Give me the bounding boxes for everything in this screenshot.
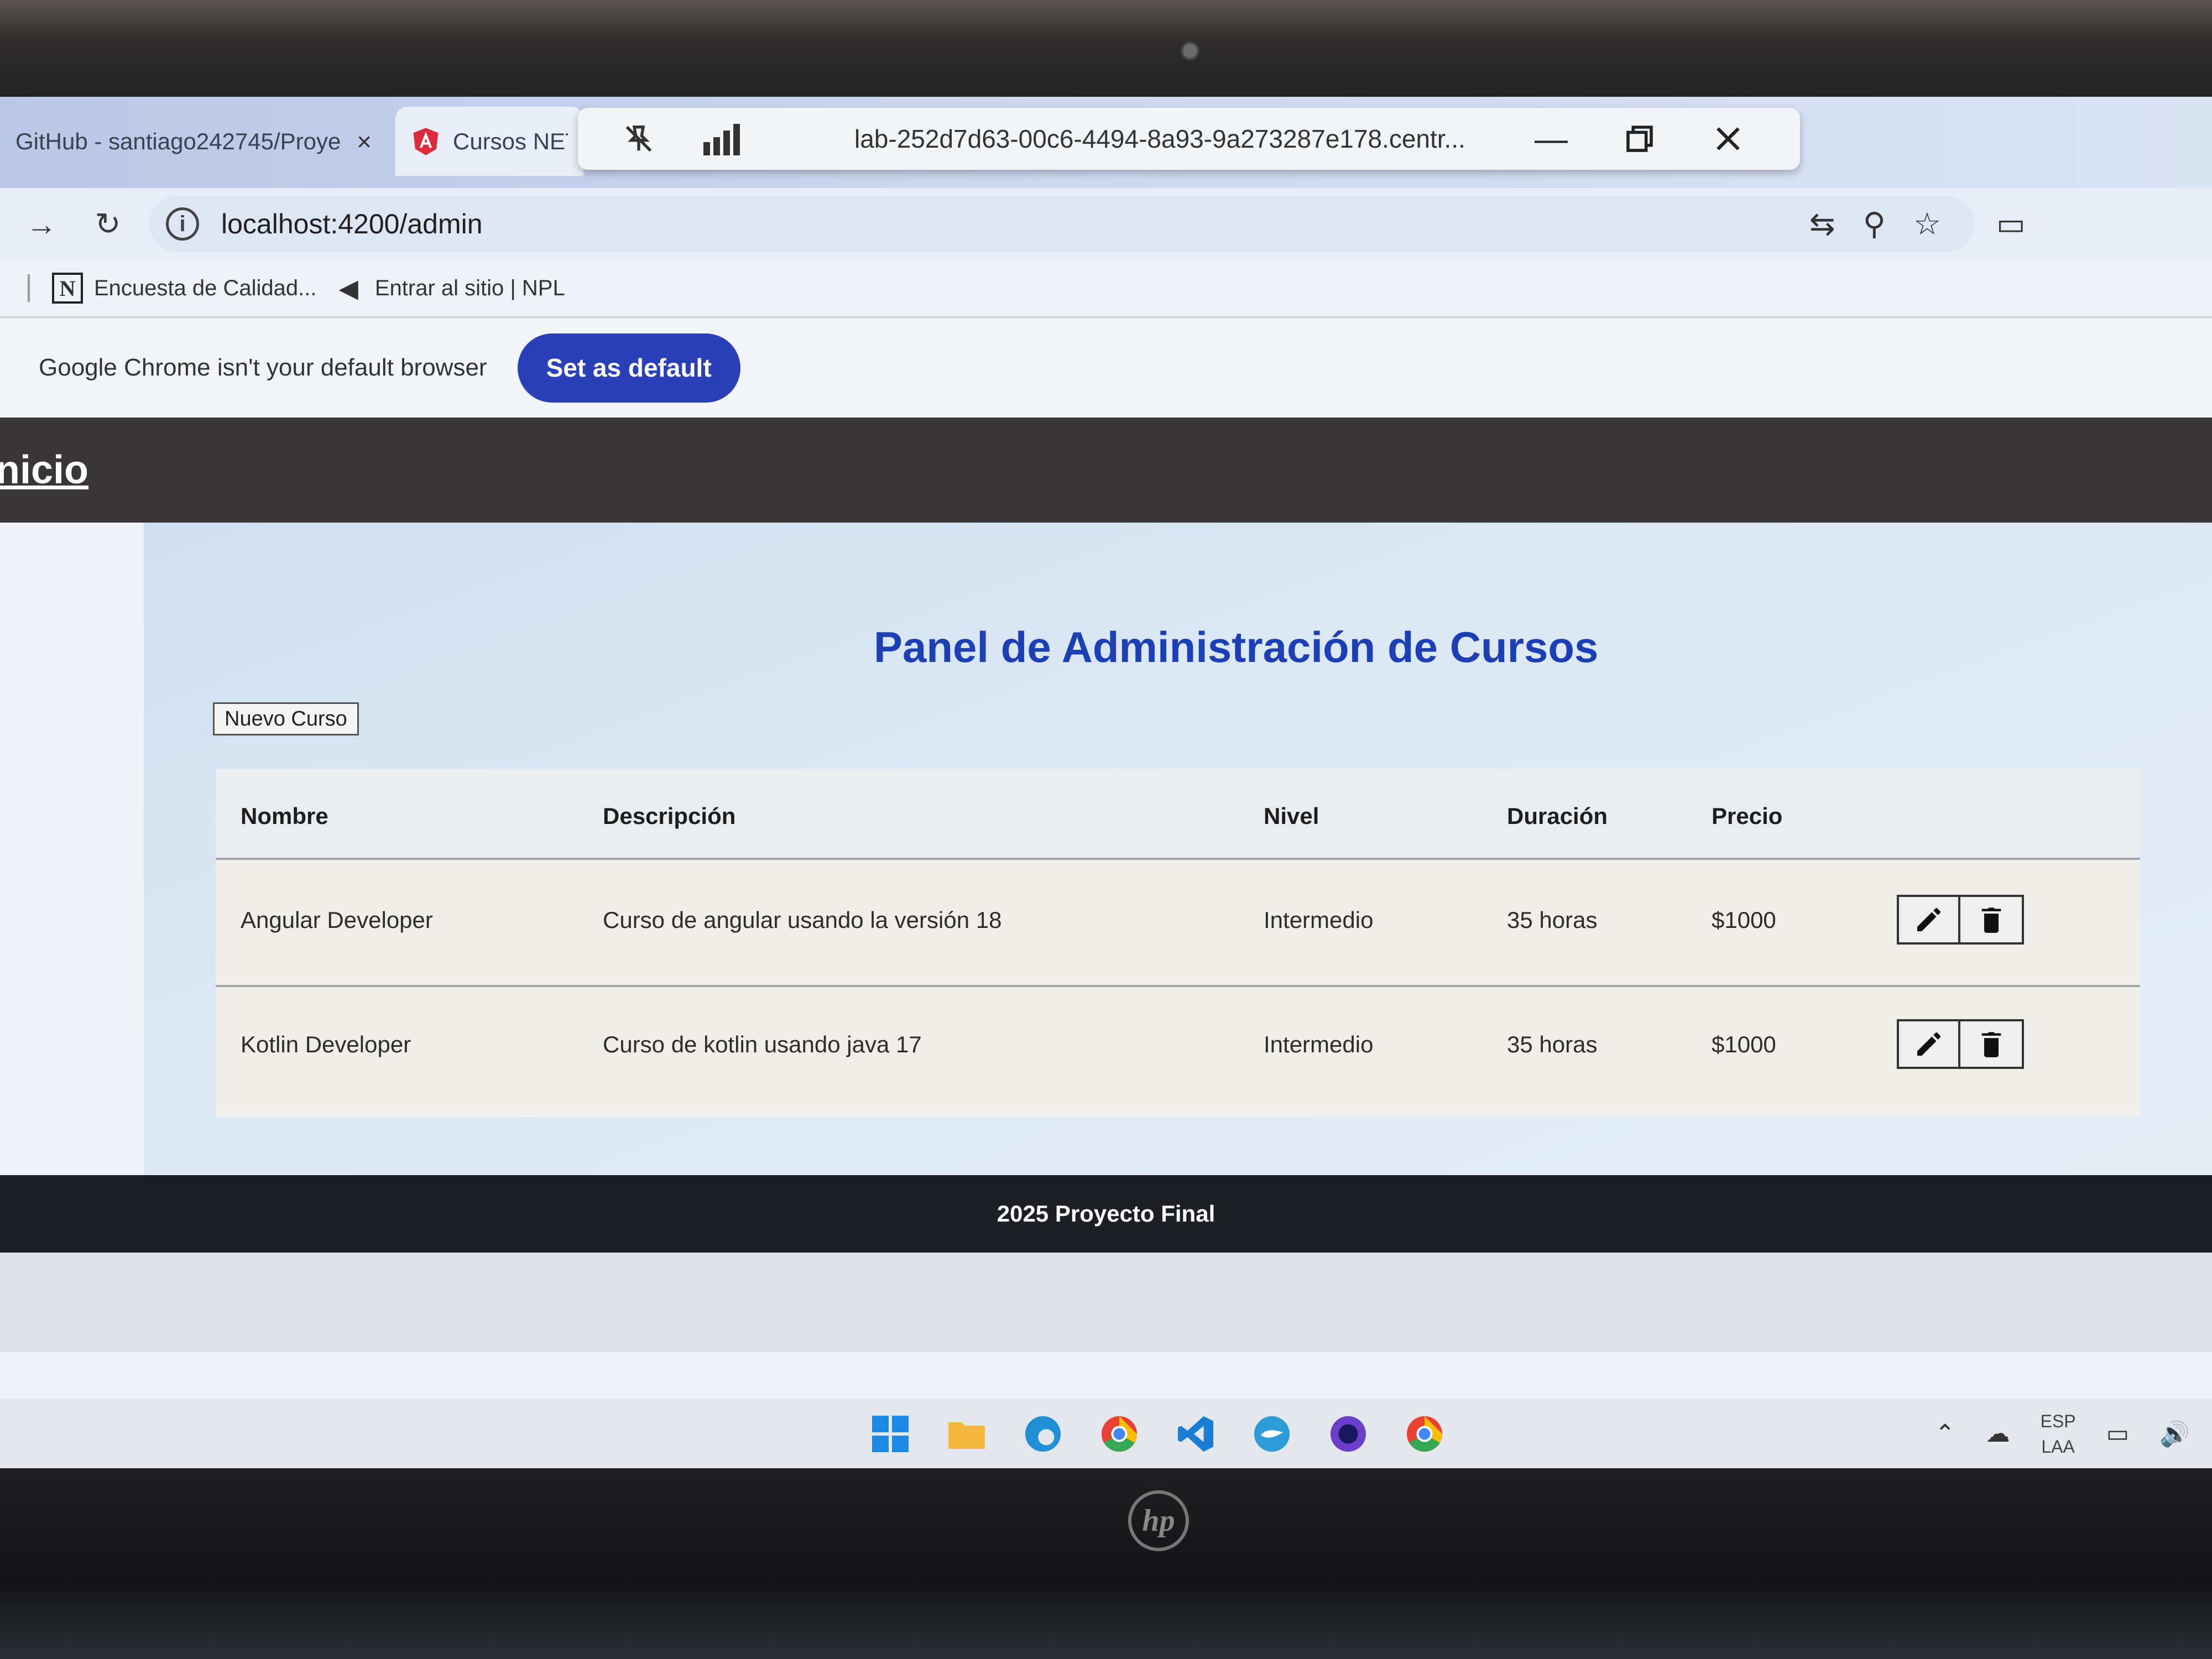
site-info-icon[interactable]: i <box>166 207 199 241</box>
nav-link-inicio[interactable]: Inicio <box>0 447 88 493</box>
translate-icon[interactable]: ⇆ <box>1809 206 1835 242</box>
side-panel-search-icon[interactable]: ▭ <box>1996 206 2026 242</box>
delete-button[interactable] <box>1960 895 2024 945</box>
notion-icon: N <box>52 273 83 304</box>
url-text: localhost:4200/admin <box>221 208 483 239</box>
browser-toolbar: → ↻ i localhost:4200/admin ⇆ ⚲ ☆ ▭ <box>0 188 2212 260</box>
language-indicator[interactable]: ESP LAA <box>2041 1408 2076 1459</box>
column-header-nivel: Nivel <box>1264 803 1319 829</box>
bookmark-star-icon[interactable]: ☆ <box>1913 206 1941 242</box>
app-navbar: Inicio <box>0 418 2212 523</box>
language-code: ESP <box>2040 1411 2076 1431</box>
app-bird-icon[interactable] <box>1250 1412 1294 1456</box>
column-header-precio: Precio <box>1712 803 1783 829</box>
close-icon[interactable]: × <box>357 127 372 156</box>
bookmark-separator <box>28 274 30 302</box>
column-header-nombre: Nombre <box>241 803 328 829</box>
bookmark-encuesta[interactable]: N Encuesta de Calidad... <box>52 273 316 304</box>
column-header-descripcion: Descripción <box>603 803 736 829</box>
footer-text: 2025 Proyecto Final <box>997 1201 1215 1227</box>
tab-label: GitHub - santiago242745/Proye <box>15 128 341 154</box>
windows-start-icon[interactable] <box>868 1412 912 1456</box>
reload-icon[interactable]: ↻ <box>83 199 133 249</box>
tab-strip: GitHub - santiago242745/Proye × Cursos N… <box>0 97 2212 188</box>
infobar-message: Google Chrome isn't your default browser <box>39 354 487 381</box>
table-header: Nombre Descripción Nivel Duración Precio <box>216 769 2140 860</box>
tab-label: Cursos NETE <box>453 128 568 154</box>
pencil-icon <box>1917 908 1940 931</box>
bookmarks-bar: N Encuesta de Calidad... ◀ Entrar al sit… <box>0 260 2212 318</box>
volume-icon[interactable]: 🔊 <box>2159 1420 2190 1448</box>
column-header-duracion: Duración <box>1507 803 1608 829</box>
bookmark-npl[interactable]: ◀ Entrar al sitio | NPL <box>338 273 565 303</box>
chrome-icon[interactable] <box>1097 1412 1141 1456</box>
trash-icon <box>1981 1032 2001 1057</box>
page-title: Panel de Administración de Cursos <box>874 623 1599 671</box>
new-course-button[interactable]: Nuevo Curso <box>213 702 359 735</box>
cloud-offline-icon[interactable]: ☁ <box>1986 1420 2010 1448</box>
cell-nivel: Intermedio <box>1264 1031 1374 1057</box>
zoom-icon[interactable]: ⚲ <box>1863 206 1886 242</box>
cell-descripcion: Curso de kotlin usando java 17 <box>603 1031 922 1057</box>
cell-precio: $1000 <box>1712 907 1776 933</box>
cell-nombre: Kotlin Developer <box>241 1031 411 1057</box>
cell-duracion: 35 horas <box>1507 907 1598 933</box>
remote-session-title: lab-252d7d63-00c6-4494-8a93-9a273287e178… <box>854 124 1465 153</box>
unpin-icon[interactable] <box>617 117 661 161</box>
page-background <box>0 1253 2212 1352</box>
delete-button[interactable] <box>1960 1019 2024 1069</box>
screen: GitHub - santiago242745/Proye × Cursos N… <box>0 97 2212 1468</box>
edge-icon[interactable] <box>1021 1412 1065 1456</box>
bookmark-label: Encuesta de Calidad... <box>94 275 317 300</box>
table-row: Kotlin Developer Curso de kotlin usando … <box>216 987 2140 1112</box>
angular-icon <box>413 127 439 155</box>
cell-descripcion: Curso de angular usando la versión 18 <box>603 907 1002 933</box>
row-actions <box>1897 895 2024 945</box>
minimize-icon[interactable]: — <box>1524 111 1579 166</box>
app-orb-icon[interactable] <box>1326 1412 1370 1456</box>
cell-precio: $1000 <box>1712 1031 1776 1057</box>
keyboard-layout: LAA <box>2041 1436 2075 1457</box>
tab-github[interactable]: GitHub - santiago242745/Proye × <box>0 107 387 176</box>
default-browser-infobar: Google Chrome isn't your default browser… <box>0 318 2212 418</box>
forward-icon[interactable]: → <box>17 199 66 249</box>
pencil-icon <box>1917 1032 1940 1056</box>
table-row: Angular Developer Curso de angular usand… <box>216 863 2140 987</box>
system-tray: ⌃ ☁ ESP LAA ▭ 🔊 <box>1935 1399 2190 1468</box>
hp-logo: hp <box>1128 1490 1189 1551</box>
admin-panel: Panel de Administración de Cursos Nuevo … <box>144 523 2212 1175</box>
network-icon[interactable]: ▭ <box>2106 1420 2130 1448</box>
edit-button[interactable] <box>1897 1019 1960 1069</box>
cell-duracion: 35 horas <box>1507 1031 1598 1057</box>
set-as-default-button[interactable]: Set as default <box>517 333 740 403</box>
row-actions <box>1897 1019 2024 1069</box>
remote-session-toolbar: lab-252d7d63-00c6-4494-8a93-9a273287e178… <box>578 108 1800 170</box>
close-icon[interactable] <box>1700 111 1756 166</box>
courses-table: Nombre Descripción Nivel Duración Precio… <box>216 769 2140 1117</box>
edit-button[interactable] <box>1897 895 1960 945</box>
signal-strength-icon[interactable] <box>700 117 744 161</box>
page-footer: 2025 Proyecto Final <box>0 1175 2212 1253</box>
trash-icon <box>1981 907 2001 933</box>
laptop-bezel-top <box>0 0 2212 102</box>
windows-taskbar: ⌃ ☁ ESP LAA ▭ 🔊 <box>0 1399 2212 1468</box>
chrome-icon[interactable] <box>1402 1412 1447 1456</box>
npl-icon: ◀ <box>338 274 358 302</box>
restore-icon[interactable] <box>1612 111 1667 166</box>
file-explorer-icon[interactable] <box>945 1412 989 1456</box>
chevron-up-icon[interactable]: ⌃ <box>1935 1420 1955 1448</box>
cell-nombre: Angular Developer <box>241 907 433 933</box>
webcam <box>1181 41 1199 60</box>
cell-nivel: Intermedio <box>1264 907 1374 933</box>
laptop-bezel-bottom <box>0 1468 2212 1659</box>
vscode-icon[interactable] <box>1173 1412 1218 1456</box>
address-bar[interactable]: i localhost:4200/admin ⇆ ⚲ ☆ <box>149 196 1974 252</box>
bookmark-label: Entrar al sitio | NPL <box>374 275 565 300</box>
tab-cursos[interactable]: Cursos NETE <box>395 107 583 176</box>
